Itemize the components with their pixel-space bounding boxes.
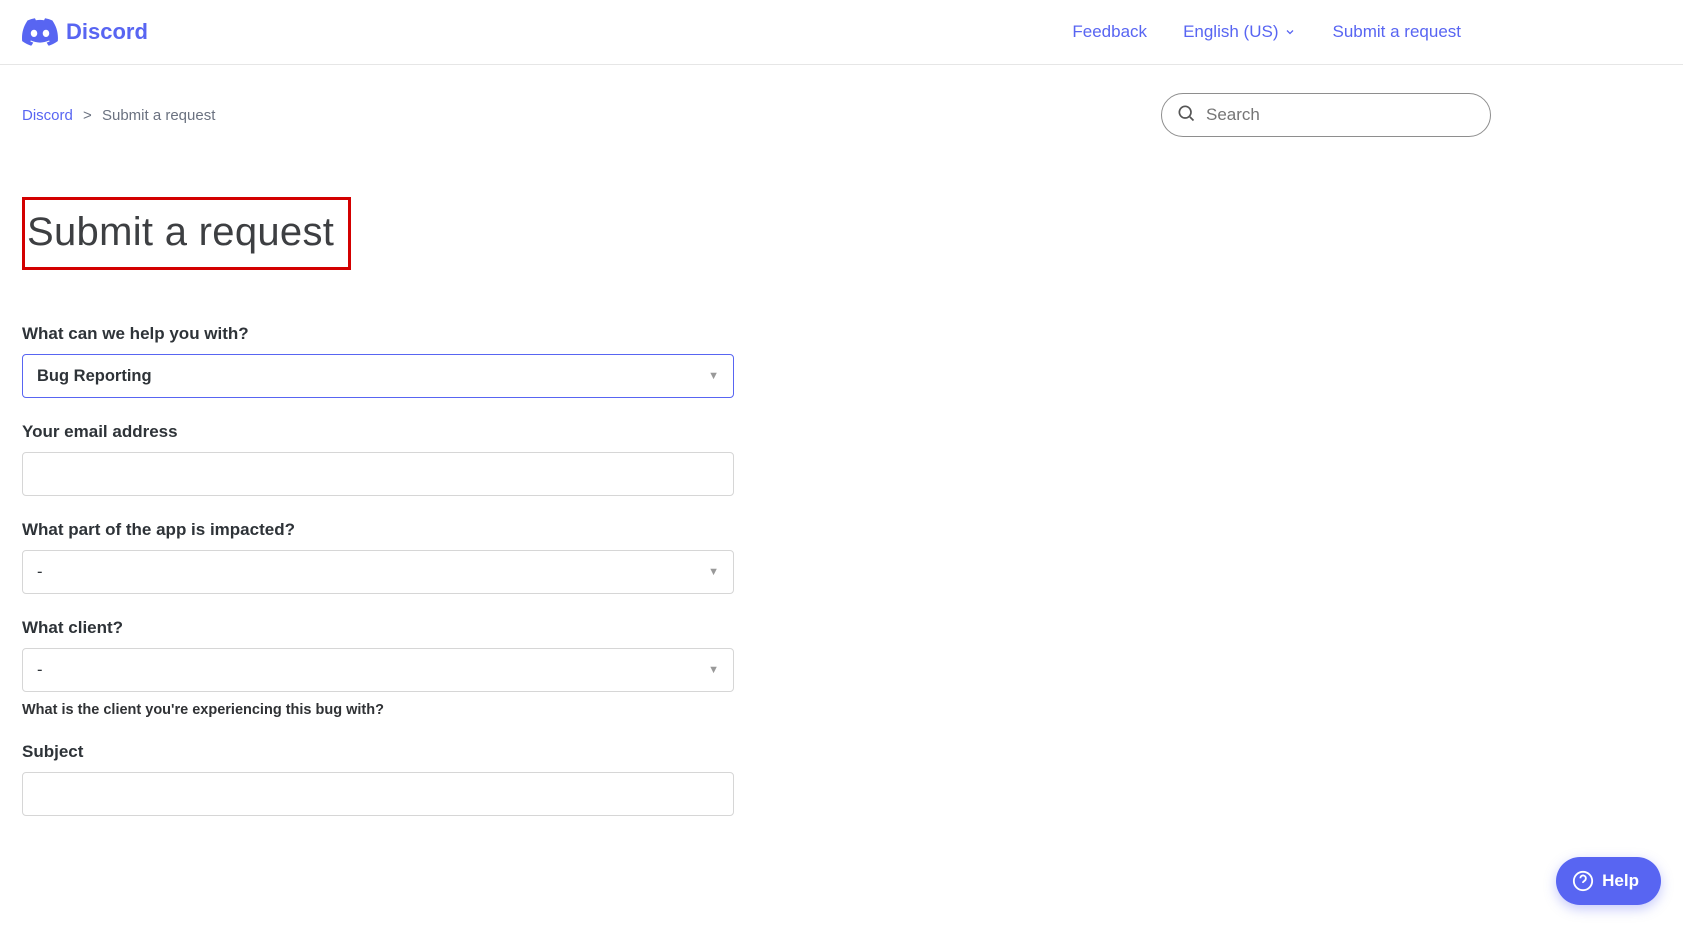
help-button-label: Help xyxy=(1602,871,1639,891)
client-select[interactable]: - ▼ xyxy=(22,648,734,692)
help-topic-value: Bug Reporting xyxy=(37,367,152,386)
search-input[interactable] xyxy=(1206,105,1476,125)
subject-field[interactable] xyxy=(22,772,734,816)
help-topic-label: What can we help you with? xyxy=(22,324,748,344)
subheader: Discord > Submit a request xyxy=(0,65,1683,147)
caret-down-icon: ▼ xyxy=(708,664,719,676)
nav-language-selector[interactable]: English (US) xyxy=(1183,22,1296,42)
nav-feedback[interactable]: Feedback xyxy=(1072,22,1147,42)
discord-logo[interactable]: Discord xyxy=(22,18,148,46)
brand-text: Discord xyxy=(66,19,148,45)
help-topic-select[interactable]: Bug Reporting ▼ xyxy=(22,354,734,398)
header: Discord Feedback English (US) Submit a r… xyxy=(0,0,1683,65)
chevron-down-icon xyxy=(1284,26,1296,38)
client-label: What client? xyxy=(22,618,748,638)
breadcrumb-current: Submit a request xyxy=(102,107,215,124)
subject-label: Subject xyxy=(22,742,748,762)
caret-down-icon: ▼ xyxy=(708,566,719,578)
header-nav: Feedback English (US) Submit a request xyxy=(1072,22,1661,42)
caret-down-icon: ▼ xyxy=(708,370,719,382)
client-value: - xyxy=(37,661,43,680)
page-title: Submit a request xyxy=(27,210,334,255)
client-hint: What is the client you're experiencing t… xyxy=(22,702,748,718)
breadcrumb: Discord > Submit a request xyxy=(22,107,215,124)
breadcrumb-separator: > xyxy=(83,107,92,124)
nav-language-label: English (US) xyxy=(1183,22,1278,42)
search-box[interactable] xyxy=(1161,93,1491,137)
impacted-value: - xyxy=(37,563,43,582)
nav-submit-request[interactable]: Submit a request xyxy=(1332,22,1461,42)
search-icon xyxy=(1176,103,1196,128)
page-title-highlight: Submit a request xyxy=(22,197,351,270)
help-button[interactable]: Help xyxy=(1556,857,1661,905)
email-label: Your email address xyxy=(22,422,748,442)
help-icon xyxy=(1572,870,1594,892)
email-field[interactable] xyxy=(22,452,734,496)
impacted-select[interactable]: - ▼ xyxy=(22,550,734,594)
main-content: Submit a request What can we help you wi… xyxy=(0,147,770,856)
impacted-label: What part of the app is impacted? xyxy=(22,520,748,540)
breadcrumb-root[interactable]: Discord xyxy=(22,107,73,124)
discord-icon xyxy=(22,18,58,46)
